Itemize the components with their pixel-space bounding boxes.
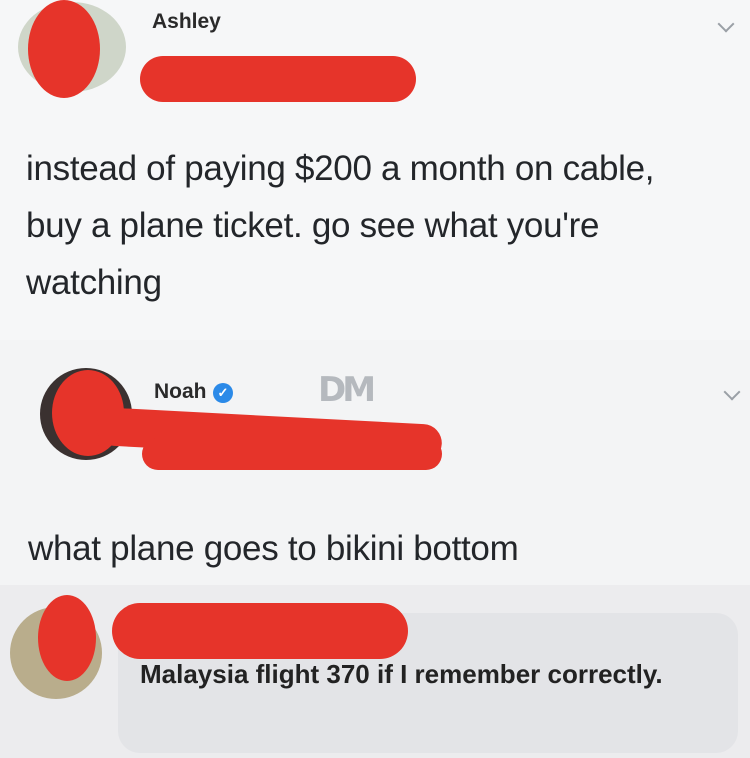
author-name[interactable]: Ashley (152, 10, 221, 34)
redaction-mark (112, 603, 408, 659)
author-name[interactable]: Noah (154, 380, 207, 404)
reply-text: Malaysia flight 370 if I remember correc… (140, 659, 663, 689)
redaction-mark (28, 0, 100, 98)
post-noah: Noah ✓ DM what plane goes to bikini bott… (0, 340, 750, 580)
redaction-mark (38, 595, 96, 681)
post-ashley: Ashley instead of paying $200 a month on… (0, 0, 750, 340)
chevron-down-icon[interactable] (723, 383, 741, 401)
tweet-text: what plane goes to bikini bottom (28, 529, 519, 568)
verified-badge-icon: ✓ (213, 383, 233, 403)
reply-comment: Malaysia flight 370 if I remember correc… (0, 585, 750, 758)
redaction-mark (142, 438, 442, 470)
chevron-down-icon[interactable] (717, 15, 735, 33)
redaction-mark (140, 56, 416, 102)
watermark-logo: DM (318, 370, 376, 410)
tweet-text: instead of paying $200 a month on cable,… (26, 149, 655, 302)
